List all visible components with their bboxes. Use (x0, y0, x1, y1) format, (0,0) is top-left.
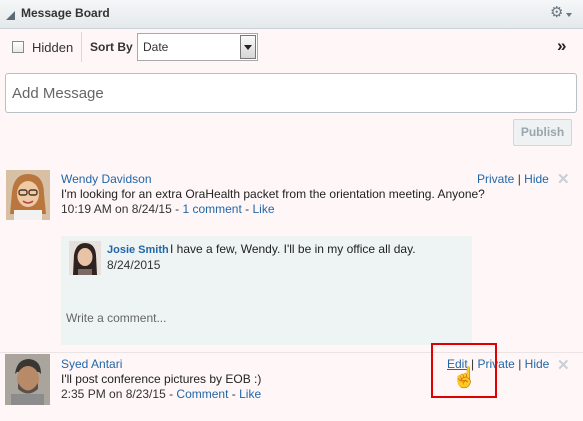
panel-header: Message Board ⚙ (0, 0, 583, 29)
add-message-placeholder: Add Message (12, 85, 104, 102)
like-link[interactable]: Like (239, 387, 261, 401)
reply-author-link[interactable]: Josie Smith (107, 244, 169, 256)
comment-count-link[interactable]: 1 comment (182, 202, 241, 216)
add-message-input[interactable]: Add Message (5, 73, 577, 113)
sort-select[interactable]: Date (137, 33, 258, 61)
hide-link[interactable]: Hide (524, 172, 549, 186)
message-text: I'm looking for an extra OraHealth packe… (61, 187, 485, 201)
collapse-triangle-icon[interactable] (6, 11, 15, 20)
message-meta: 2:35 PM on 8/23/15 - Comment - Like (61, 387, 261, 401)
write-comment-input[interactable]: Write a comment... (66, 311, 166, 325)
avatar[interactable] (5, 354, 50, 405)
publish-button[interactable]: Publish (513, 119, 572, 146)
avatar[interactable] (6, 170, 50, 220)
author-link[interactable]: Syed Antari (61, 357, 122, 371)
hidden-label: Hidden (32, 40, 74, 55)
message-meta: 10:19 AM on 8/24/15 - 1 comment - Like (61, 202, 275, 216)
hide-link[interactable]: Hide (525, 357, 550, 371)
comment-link[interactable]: Comment (176, 387, 228, 401)
like-link[interactable]: Like (252, 202, 274, 216)
toolbar (0, 29, 583, 65)
dropdown-arrow-icon[interactable] (240, 35, 256, 59)
message-actions: Private | Hide (477, 172, 549, 186)
separator-pipe: | (517, 172, 521, 186)
sort-by-label: Sort By (90, 40, 133, 54)
toolbar-divider (81, 32, 82, 62)
private-link[interactable]: Private (477, 172, 514, 186)
message-text: I'll post conference pictures by EOB :) (61, 372, 262, 386)
hand-pointer-icon: ☝ (452, 367, 477, 389)
sort-select-value: Date (143, 40, 169, 54)
author-link[interactable]: Wendy Davidson (61, 172, 152, 186)
double-chevron-icon[interactable]: » (557, 36, 566, 56)
separator-dash: - (231, 387, 236, 401)
gear-icon[interactable]: ⚙ (550, 5, 563, 21)
message-timestamp: 2:35 PM on 8/23/15 - (61, 387, 174, 401)
chevron-down-icon[interactable] (566, 13, 572, 17)
avatar[interactable] (69, 241, 101, 275)
close-icon[interactable]: ✕ (557, 356, 570, 374)
message-timestamp: 10:19 AM on 8/24/15 - (61, 202, 180, 216)
reply-date: 8/24/2015 (107, 258, 161, 272)
separator-pipe: | (518, 357, 522, 371)
close-icon[interactable]: ✕ (557, 170, 570, 188)
separator-dash: - (245, 202, 250, 216)
hidden-checkbox[interactable] (12, 41, 24, 53)
panel-title: Message Board (21, 6, 110, 20)
reply-text: I have a few, Wendy. I'll be in my offic… (170, 242, 416, 256)
